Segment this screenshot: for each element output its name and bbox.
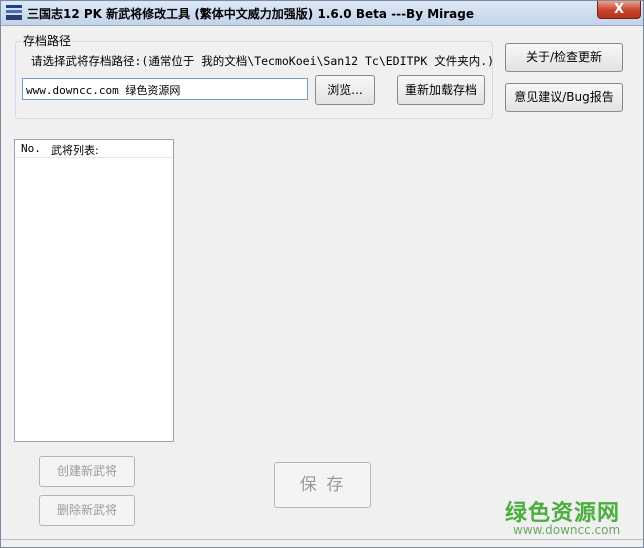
bottom-divider bbox=[1, 539, 643, 540]
app-icon bbox=[6, 5, 22, 20]
feedback-bug-button[interactable]: 意见建议/Bug报告 bbox=[505, 83, 623, 112]
save-button[interactable]: 保 存 bbox=[274, 462, 371, 508]
window-title: 三国志12 PK 新武将修改工具 (繁体中文威力加强版) 1.6.0 Beta … bbox=[27, 7, 475, 21]
col-header-name: 武将列表: bbox=[51, 144, 99, 157]
general-list[interactable]: No. 武将列表: bbox=[14, 139, 174, 442]
delete-general-button[interactable]: 删除新武将 bbox=[39, 495, 135, 526]
site-watermark: 绿色资源网 www.downcc.com bbox=[505, 495, 643, 545]
close-button[interactable]: X bbox=[597, 1, 641, 19]
general-list-header: No. 武将列表: bbox=[15, 140, 173, 158]
create-general-button[interactable]: 创建新武将 bbox=[39, 456, 135, 487]
col-header-no: No. bbox=[21, 142, 41, 155]
title-bar[interactable]: 三国志12 PK 新武将修改工具 (繁体中文威力加强版) 1.6.0 Beta … bbox=[1, 1, 643, 26]
reload-save-button[interactable]: 重新加载存档 bbox=[397, 75, 485, 105]
browse-button[interactable]: 浏览... bbox=[315, 75, 375, 105]
watermark-url-text: www.downcc.com bbox=[513, 523, 621, 537]
save-path-hint: 请选择武将存档路径:(通常位于 我的文档\TecmoKoei\San12 Tc\… bbox=[31, 54, 495, 68]
about-update-button[interactable]: 关于/检查更新 bbox=[505, 43, 623, 72]
save-path-input[interactable]: www.downcc.com 绿色资源网 bbox=[22, 78, 308, 100]
app-window: 三国志12 PK 新武将修改工具 (繁体中文威力加强版) 1.6.0 Beta … bbox=[0, 0, 644, 548]
save-path-group-label: 存档路径 bbox=[21, 32, 74, 49]
